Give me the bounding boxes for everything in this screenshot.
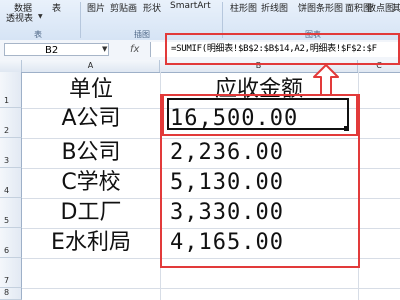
pivot-dropdown-icon[interactable]: ▼	[38, 13, 43, 20]
line-chart-button[interactable]: 折线图	[261, 1, 288, 14]
row-header-3[interactable]: 3	[0, 138, 22, 168]
up-arrow-icon	[313, 64, 339, 96]
row-header-4[interactable]: 4	[0, 168, 22, 198]
table-button[interactable]: 表	[52, 1, 61, 14]
other-charts-button[interactable]: 其	[392, 1, 400, 14]
name-box[interactable]: B2	[4, 43, 109, 56]
row-header-1[interactable]: 1	[0, 72, 22, 108]
grid-line	[22, 288, 400, 289]
smartart-button[interactable]: SmartArt	[170, 1, 211, 11]
name-box-dropdown-icon[interactable]: ▼	[102, 45, 107, 53]
row-header-6[interactable]: 6	[0, 228, 22, 258]
red-highlight-formula	[165, 33, 400, 65]
row-header-2[interactable]: 2	[0, 108, 22, 138]
cell-a2[interactable]: A公司	[22, 100, 160, 138]
shapes-button[interactable]: 形状	[143, 1, 161, 14]
column-header-a[interactable]: A	[22, 60, 160, 72]
group-label-table: 表	[34, 30, 42, 39]
picture-button[interactable]: 图片	[87, 1, 105, 14]
pie-chart-button[interactable]: 饼图	[298, 1, 316, 14]
scatter-chart-button[interactable]: 散点图	[367, 1, 394, 14]
row-header-8[interactable]: 8	[0, 288, 22, 300]
pivot-table-button-line2[interactable]: 透视表	[6, 11, 33, 24]
column-chart-button[interactable]: 柱形图	[230, 1, 257, 14]
clipart-button[interactable]: 剪贴画	[110, 1, 137, 14]
row-header-7[interactable]: 7	[0, 258, 22, 288]
red-highlight-amount-column	[160, 94, 360, 268]
row-header-5[interactable]: 5	[0, 198, 22, 228]
bar-chart-button[interactable]: 条形图	[316, 1, 343, 14]
group-label-illustrations: 插图	[134, 30, 150, 39]
ribbon-separator	[80, 2, 81, 38]
fx-icon[interactable]: fx	[130, 44, 139, 55]
select-all-corner[interactable]	[0, 60, 22, 72]
cell-a6[interactable]: E水利局	[22, 224, 160, 262]
